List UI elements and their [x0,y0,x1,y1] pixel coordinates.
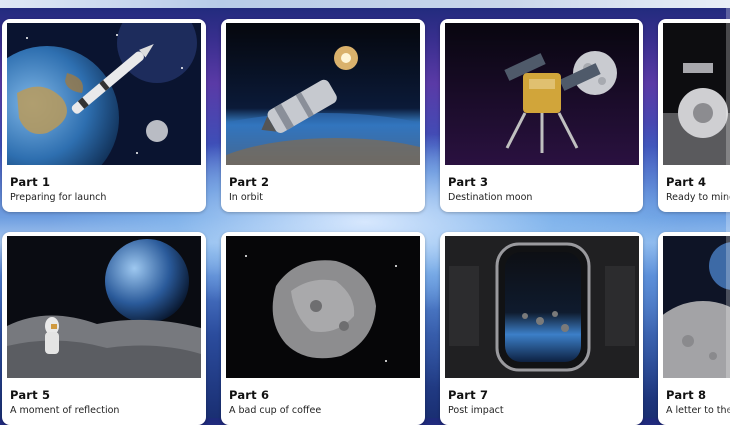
part-title: Part 8 [666,388,707,402]
part-subtitle: A letter to the [666,405,730,416]
part-subtitle: Preparing for launch [10,192,107,203]
part-card-1[interactable]: Part 1 Preparing for launch [2,19,206,212]
top-edge-strip [0,0,730,8]
astronaut-earthrise-image [7,236,201,378]
asteroid-image [226,236,420,378]
part-card-7[interactable]: Part 7 Post impact [440,232,643,425]
part-title: Part 2 [229,175,270,189]
window-debris-image [445,236,639,378]
part-subtitle: Post impact [448,405,504,416]
mining-drill-image [663,23,730,165]
part-card-8[interactable]: Part 8 A letter to the [658,232,730,425]
part-title: Part 4 [666,175,707,189]
part-card-3[interactable]: Part 3 Destination moon [440,19,643,212]
part-subtitle: A bad cup of coffee [229,405,322,416]
part-title: Part 3 [448,175,489,189]
part-subtitle: Destination moon [448,192,533,203]
rocket-earth-image [7,23,201,165]
part-title: Part 5 [10,388,51,402]
lander-moon-image [445,23,639,165]
part-title: Part 7 [448,388,489,402]
part-subtitle: Ready to mine [666,192,730,203]
part-subtitle: In orbit [229,192,263,203]
part-card-5[interactable]: Part 5 A moment of reflection [2,232,206,425]
moon-surface-image [663,236,730,378]
page-scrollbar[interactable] [726,8,730,418]
part-subtitle: A moment of reflection [10,405,120,416]
part-card-2[interactable]: Part 2 In orbit [221,19,425,212]
part-title: Part 1 [10,175,51,189]
part-card-4[interactable]: Part 4 Ready to mine [658,19,730,212]
part-card-6[interactable]: Part 6 A bad cup of coffee [221,232,425,425]
part-title: Part 6 [229,388,270,402]
orbit-capsule-image [226,23,420,165]
